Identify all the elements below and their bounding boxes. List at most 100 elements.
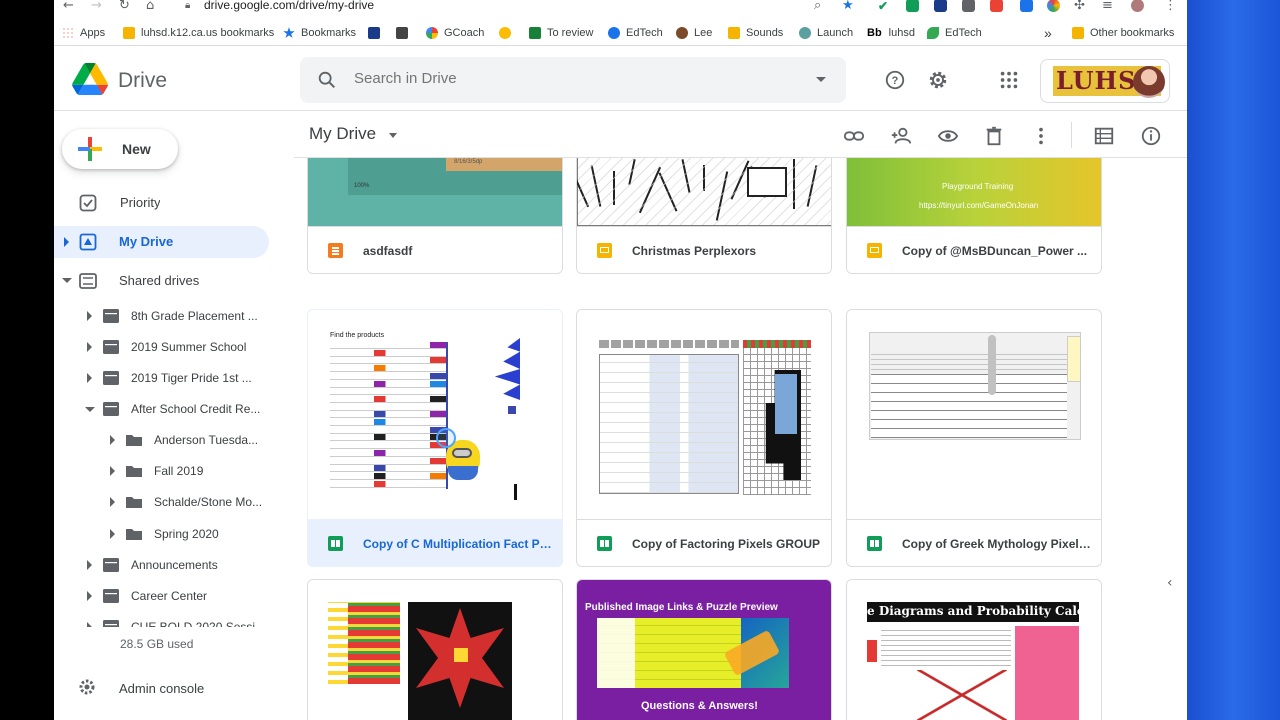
file-card[interactable]: e Diagrams and Probability Calculati	[846, 579, 1102, 720]
info-icon[interactable]	[1140, 125, 1162, 147]
preview-eye-icon[interactable]	[937, 125, 959, 147]
more-bookmarks-button[interactable]: »	[1044, 25, 1052, 41]
shared-drive-item[interactable]: Anderson Tuesda...	[54, 428, 269, 452]
shared-drive-item[interactable]: After School Credit Re...	[54, 397, 269, 421]
file-thumbnail[interactable]: Published Image Links & Puzzle Preview Qu…	[577, 580, 831, 720]
shared-drive-item[interactable]: Spring 2020	[54, 522, 269, 546]
search-options-chevron-icon[interactable]	[816, 77, 826, 82]
file-card-footer[interactable]: Copy of Factoring Pixels GROUP	[577, 519, 831, 566]
expand-caret-icon[interactable]	[87, 560, 92, 570]
sidebar-item-priority[interactable]: Priority	[54, 187, 269, 219]
expand-caret-icon[interactable]	[87, 622, 92, 627]
bookmark-sounds[interactable]: Sounds	[728, 25, 783, 41]
browser-menu-icon[interactable]: ⋮	[1164, 0, 1177, 13]
check-extension-icon[interactable]: ✔	[878, 0, 891, 13]
expand-caret-icon[interactable]	[110, 529, 115, 539]
shared-drive-item[interactable]: Schalde/Stone Mo...	[54, 490, 269, 514]
url-text[interactable]: drive.google.com/drive/my-drive	[204, 0, 374, 12]
bookmark-edtech-2[interactable]: EdTech	[927, 25, 982, 41]
new-button[interactable]: New	[62, 129, 178, 169]
account-switcher[interactable]: LUHSD	[1040, 59, 1170, 103]
sheets-extension-icon[interactable]	[906, 0, 919, 12]
profile-avatar-icon[interactable]	[1131, 0, 1144, 12]
bookmark-to-review[interactable]: To review	[529, 25, 593, 41]
file-thumbnail[interactable]: Dk - 94% - 3/158/16/3/5dp100%	[308, 158, 562, 226]
home-icon[interactable]: ⌂	[146, 0, 154, 13]
expand-caret-icon[interactable]	[87, 591, 92, 601]
shared-drive-item[interactable]: 2019 Tiger Pride 1st ...	[54, 366, 269, 390]
expand-caret-icon[interactable]	[110, 466, 115, 476]
file-card[interactable]: Greek Mythology Mystery Picture Copy of G…	[846, 309, 1102, 567]
screencast-extension-icon[interactable]	[934, 0, 947, 12]
n-extension-icon[interactable]	[1020, 0, 1033, 12]
file-card[interactable]: NOV -DEC 5LIVEPlayground Traininghttps:/…	[846, 158, 1102, 274]
reload-icon[interactable]: ↻	[119, 0, 130, 13]
file-card-footer[interactable]: Copy of C Multiplication Fact Pr...	[308, 519, 562, 566]
expand-caret-icon[interactable]	[64, 237, 69, 247]
expand-caret-icon[interactable]	[87, 342, 92, 352]
share-add-person-icon[interactable]	[890, 125, 912, 147]
chrome-extension-icon[interactable]	[1047, 0, 1060, 12]
drive-logo-icon[interactable]	[72, 63, 108, 95]
colorful-extension-icon[interactable]	[990, 0, 1003, 12]
playlist-icon[interactable]: ≡	[1102, 0, 1113, 13]
file-thumbnail[interactable]	[577, 310, 831, 519]
settings-gear-icon[interactable]	[927, 69, 949, 91]
forward-icon[interactable]: →	[91, 0, 102, 13]
bookmark-emoji[interactable]	[499, 25, 517, 41]
bookmark-luhsd[interactable]: Bb luhsd	[867, 25, 915, 41]
bookmark-gcoach[interactable]: GCoach	[426, 25, 484, 41]
expand-caret-icon[interactable]	[87, 373, 92, 383]
file-card[interactable]: Dk - 94% - 3/158/16/3/5dp100%asdfasdf	[307, 158, 563, 274]
trash-icon[interactable]	[983, 125, 1005, 147]
file-thumbnail[interactable]: Christmas Songs	[577, 158, 831, 226]
list-view-icon[interactable]	[1093, 125, 1115, 147]
apps-grid-icon[interactable]	[998, 69, 1020, 91]
shared-drive-item[interactable]: Fall 2019	[54, 459, 269, 483]
more-vert-icon[interactable]	[1030, 125, 1052, 147]
file-card-footer[interactable]: asdfasdf	[308, 226, 562, 273]
search-icon[interactable]	[316, 69, 338, 91]
shared-drive-item[interactable]: 2019 Summer School	[54, 335, 269, 359]
link-icon[interactable]	[843, 125, 865, 147]
file-card[interactable]: Christmas Songs Christmas Perplexors	[576, 158, 832, 274]
bookmark-edtech[interactable]: EdTech	[608, 25, 663, 41]
app-title[interactable]: Drive	[118, 69, 167, 93]
bookmark-launch[interactable]: Launch	[799, 25, 853, 41]
help-icon[interactable]: ?	[884, 69, 906, 91]
puzzle-icon[interactable]: ✣	[1074, 0, 1085, 13]
search-bar[interactable]	[300, 57, 846, 103]
bookmark-lee[interactable]: Lee	[676, 25, 712, 41]
sidebar-item-shared-drives[interactable]: Shared drives	[54, 265, 269, 297]
shared-drive-item[interactable]: CUE BOLD 2020 Sessi...	[54, 615, 269, 627]
shared-drive-item[interactable]: Announcements	[54, 553, 269, 577]
zoom-icon[interactable]: ⌕	[814, 0, 821, 13]
cursor-extension-icon[interactable]	[962, 0, 975, 12]
bookmark-x-icon[interactable]	[396, 25, 414, 41]
page-title[interactable]: My Drive	[309, 124, 376, 144]
avatar[interactable]	[1133, 66, 1165, 98]
file-thumbnail[interactable]	[308, 580, 562, 720]
collapse-caret-icon[interactable]	[85, 407, 95, 412]
file-thumbnail[interactable]: e Diagrams and Probability Calculati	[847, 580, 1101, 720]
file-thumbnail[interactable]: NOV -DEC 5LIVEPlayground Traininghttps:/…	[847, 158, 1101, 226]
side-panel-chevron-icon[interactable]: ‹	[1167, 575, 1173, 591]
file-card[interactable]: Find the products Copy of C Multiplicatio…	[307, 309, 563, 567]
back-icon[interactable]: ←	[63, 0, 74, 13]
bookmark-a-icon[interactable]	[368, 25, 386, 41]
bookmark-apps[interactable]: Apps	[62, 25, 105, 41]
shared-drive-item[interactable]: Career Center	[54, 584, 269, 608]
file-card[interactable]: Published Image Links & Puzzle Preview Qu…	[576, 579, 832, 720]
file-thumbnail[interactable]: Find the products	[308, 310, 562, 519]
expand-caret-icon[interactable]	[87, 311, 92, 321]
search-input[interactable]	[354, 70, 754, 87]
file-thumbnail[interactable]: Greek Mythology Mystery Picture	[847, 310, 1101, 519]
scrollbar-thumb[interactable]	[988, 335, 996, 395]
shared-drive-item[interactable]: 8th Grade Placement ...	[54, 304, 269, 328]
collapse-caret-icon[interactable]	[62, 278, 72, 283]
other-bookmarks[interactable]: Other bookmarks	[1072, 25, 1174, 41]
file-card-footer[interactable]: Christmas Perplexors	[577, 226, 831, 273]
bookmark-luhsd-folder[interactable]: luhsd.k12.ca.us bookmarks	[123, 25, 274, 41]
chevron-down-icon[interactable]	[389, 133, 397, 138]
expand-caret-icon[interactable]	[110, 435, 115, 445]
